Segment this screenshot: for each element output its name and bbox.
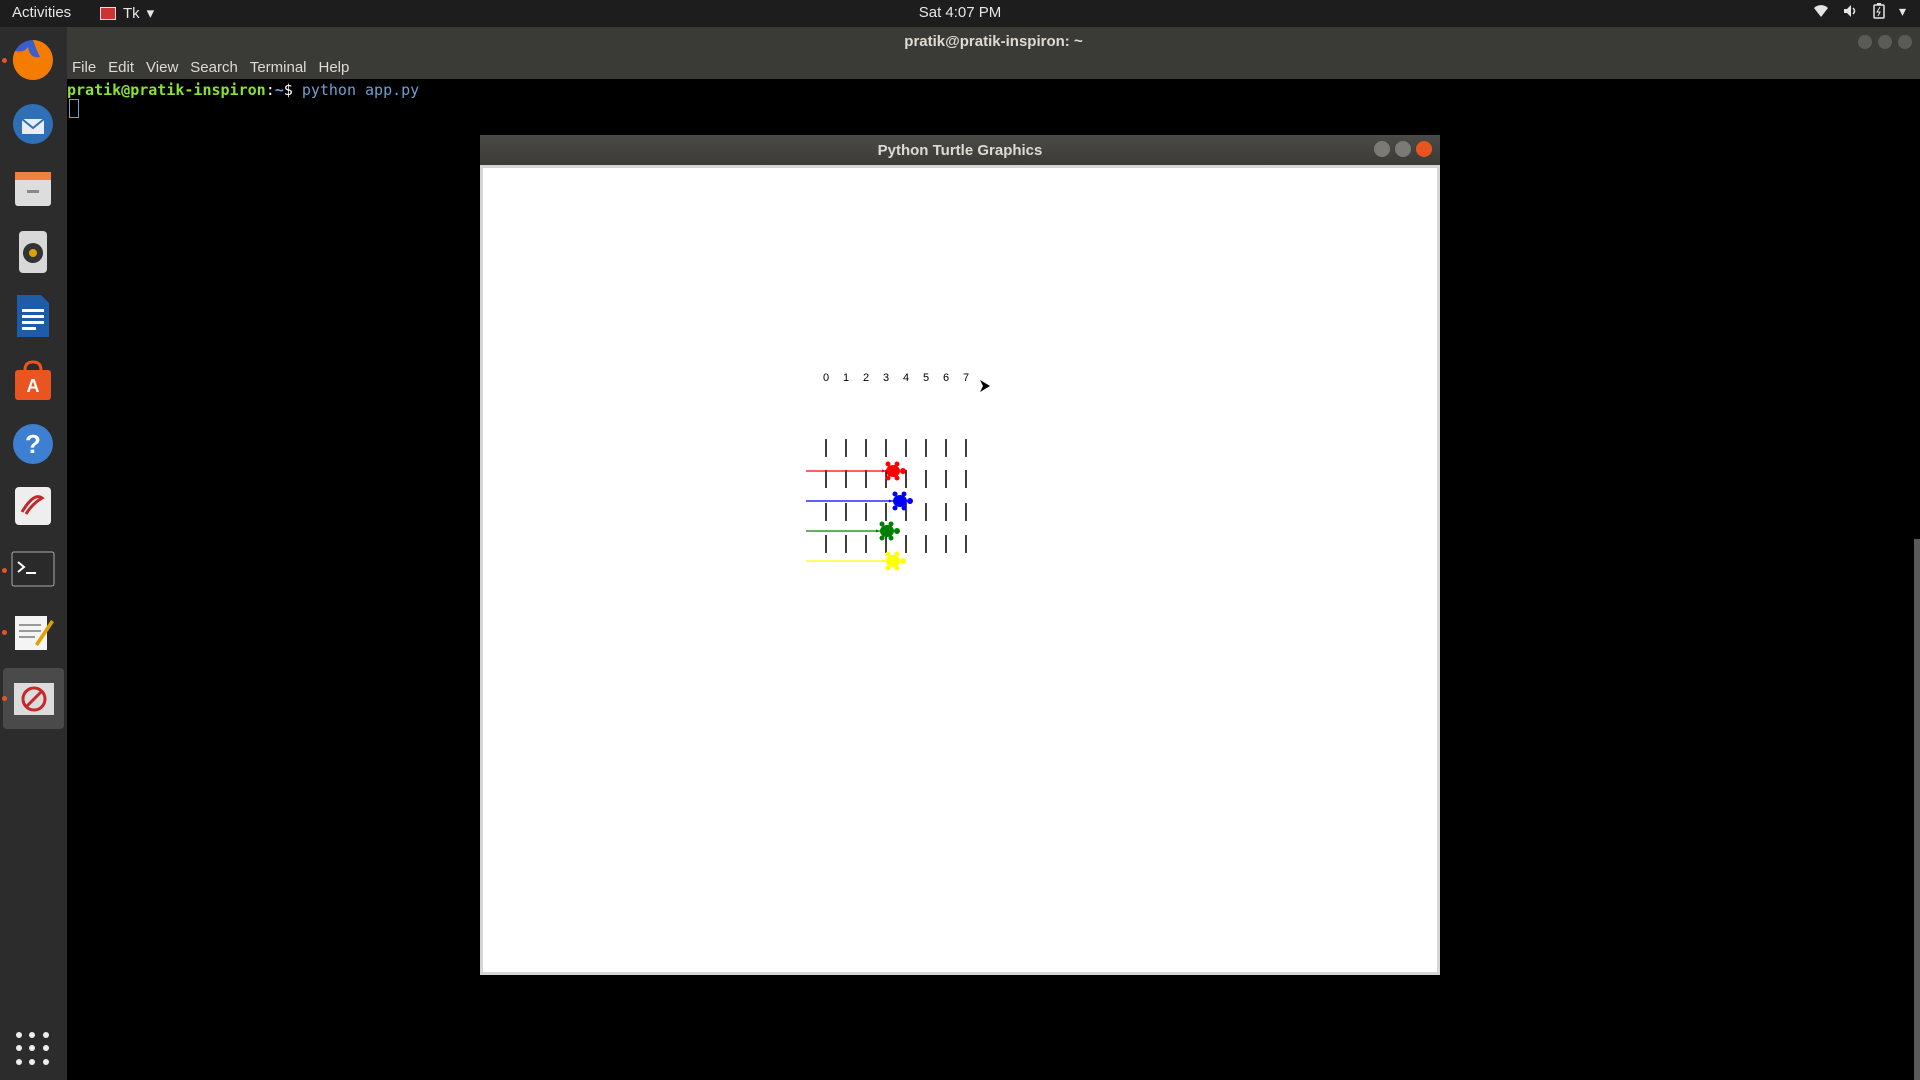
- tk-app-launcher[interactable]: [3, 668, 64, 729]
- files-icon: [15, 172, 51, 206]
- svg-text:?: ?: [25, 429, 41, 459]
- text-editor-icon: [15, 616, 54, 650]
- writer-launcher[interactable]: [8, 291, 58, 341]
- document-writer-icon: [17, 295, 49, 337]
- firefox-icon: [12, 40, 53, 80]
- turtle-cursor-arrow: [980, 380, 990, 392]
- help-icon: ?: [13, 424, 53, 464]
- turtle-window: Python Turtle Graphics 0 1 2 3 4 5 6 7: [480, 135, 1440, 975]
- turtle-window-title: Python Turtle Graphics: [877, 142, 1043, 159]
- track-number-label: 1: [843, 372, 849, 384]
- show-applications-button[interactable]: [16, 1032, 50, 1066]
- track-number-label: 5: [923, 372, 929, 384]
- clock[interactable]: Sat 4:07 PM: [919, 4, 1002, 21]
- maximize-icon[interactable]: [1878, 35, 1892, 49]
- system-tray[interactable]: ▾: [1813, 3, 1906, 20]
- terminal-scrollbar[interactable]: [1914, 539, 1920, 1080]
- menu-view[interactable]: View: [141, 57, 185, 79]
- thunderbird-icon: [13, 104, 53, 144]
- racing-turtle: [882, 551, 906, 571]
- speaker-icon: [19, 231, 47, 273]
- track-number-label: 2: [863, 372, 869, 384]
- top-panel: Activities Tk ▾ Sat 4:07 PM ▾: [0, 0, 1920, 27]
- shopping-bag-icon: A: [15, 360, 51, 400]
- close-icon[interactable]: [1898, 35, 1912, 49]
- firefox-launcher[interactable]: [8, 35, 58, 85]
- racing-turtle: [889, 491, 913, 511]
- turtle-canvas[interactable]: 0 1 2 3 4 5 6 7: [483, 168, 1437, 972]
- chevron-down-icon: ▾: [1898, 3, 1906, 19]
- prompt-user: pratik@pratik-inspiron: [67, 81, 266, 99]
- command-line: pratik@pratik-inspiron:~$ python app.py: [67, 81, 419, 99]
- turtle-window-titlebar[interactable]: Python Turtle Graphics: [480, 135, 1440, 165]
- battery-icon: [1873, 3, 1885, 19]
- command-text: python app.py: [301, 81, 420, 99]
- track-number-label: 4: [903, 372, 909, 384]
- menu-search[interactable]: Search: [185, 57, 245, 79]
- track-number-label: 0: [823, 372, 829, 384]
- document-viewer-icon: [15, 487, 51, 525]
- close-icon[interactable]: [1416, 141, 1432, 157]
- wifi-icon: [1813, 5, 1828, 17]
- text-cursor: [69, 99, 79, 118]
- rhythmbox-launcher[interactable]: [8, 227, 58, 277]
- terminal-titlebar[interactable]: pratik@pratik-inspiron: ~: [67, 27, 1920, 57]
- track-number-label: 7: [963, 372, 969, 384]
- help-launcher[interactable]: ?: [8, 419, 58, 469]
- race-drawing: 0 1 2 3 4 5 6 7: [806, 372, 990, 571]
- prompt-dollar: $: [283, 81, 302, 99]
- menu-help[interactable]: Help: [314, 57, 357, 79]
- minimize-icon[interactable]: [1858, 35, 1872, 49]
- launcher-dock: A ?: [0, 27, 67, 1080]
- prompt-separator: :: [265, 81, 275, 99]
- menu-terminal[interactable]: Terminal: [245, 57, 314, 79]
- thunderbird-launcher[interactable]: [8, 99, 58, 149]
- track-number-label: 6: [943, 372, 949, 384]
- tk-app-icon: [13, 682, 54, 715]
- menu-edit[interactable]: Edit: [103, 57, 141, 79]
- terminal-menubar: File Edit View Search Terminal Help: [67, 57, 1920, 79]
- maximize-icon[interactable]: [1395, 141, 1411, 157]
- files-launcher[interactable]: [8, 163, 58, 213]
- terminal-title: pratik@pratik-inspiron: ~: [904, 33, 1083, 50]
- racing-turtle: [876, 521, 900, 541]
- minimize-icon[interactable]: [1374, 141, 1390, 157]
- terminal-icon: [11, 551, 55, 587]
- software-center-launcher[interactable]: A: [8, 355, 58, 405]
- svg-text:A: A: [27, 376, 40, 396]
- menu-file[interactable]: File: [67, 57, 103, 79]
- volume-icon: [1843, 5, 1856, 17]
- track-number-label: 3: [883, 372, 889, 384]
- text-editor-launcher[interactable]: [8, 607, 58, 657]
- prompt-path: ~: [274, 81, 284, 99]
- racing-turtle: [882, 461, 906, 481]
- document-viewer-launcher[interactable]: [8, 481, 58, 531]
- terminal-launcher[interactable]: [8, 545, 58, 595]
